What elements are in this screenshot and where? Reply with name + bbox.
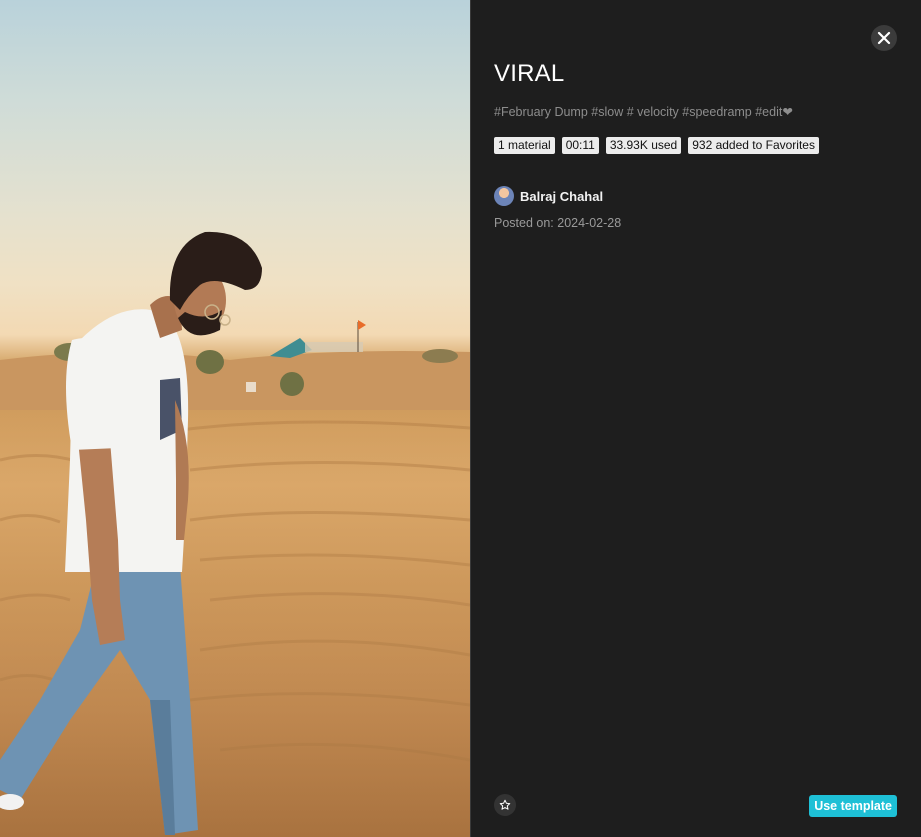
template-detail-view: VIRAL #February Dump #slow # velocity #s… [0, 0, 921, 837]
template-hashtags: #February Dump #slow # velocity #speedra… [494, 105, 793, 119]
preview-frame-image [0, 231, 470, 837]
usage-count-badge: 33.93K used [605, 137, 682, 154]
author-name: Balraj Chahal [520, 188, 604, 204]
template-detail-panel: VIRAL #February Dump #slow # velocity #s… [471, 0, 921, 837]
close-icon [877, 31, 891, 45]
template-title: VIRAL [494, 60, 565, 87]
use-template-button[interactable]: Use template [809, 795, 897, 817]
template-preview-video[interactable] [0, 0, 470, 837]
favorite-button[interactable] [494, 794, 516, 816]
template-stats: 1 material 00:11 33.93K used 932 added t… [494, 137, 819, 154]
avatar [494, 186, 514, 206]
material-count-badge: 1 material [494, 137, 555, 154]
duration-badge: 00:11 [561, 137, 599, 154]
posted-date: Posted on: 2024-02-28 [494, 216, 622, 230]
favorites-count-badge: 932 added to Favorites [688, 137, 819, 154]
close-button[interactable] [871, 25, 897, 51]
star-outline-icon [499, 799, 511, 810]
author-link[interactable]: Balraj Chahal [494, 186, 603, 206]
